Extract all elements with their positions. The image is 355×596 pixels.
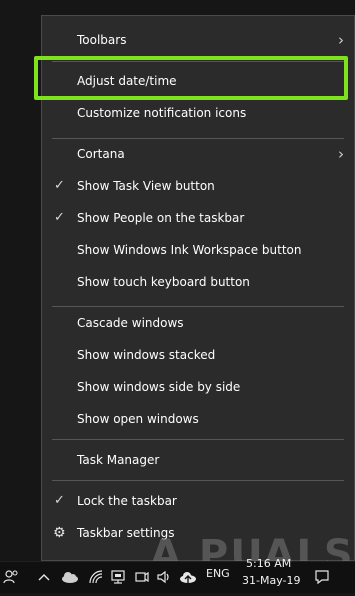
menu-item-show-windows-stacked[interactable]: Show windows stacked <box>42 339 354 371</box>
language-indicator[interactable]: ENG <box>206 567 230 580</box>
clock-time[interactable]: 5:16 AM <box>246 557 291 570</box>
menu-item-label: Task Manager <box>77 453 160 467</box>
menu-item-show-windows-ink[interactable]: Show Windows Ink Workspace button <box>42 234 354 266</box>
menu-item-label: Lock the taskbar <box>77 494 177 508</box>
menu-item-task-manager[interactable]: Task Manager <box>42 444 354 476</box>
menu-item-label: Show touch keyboard button <box>77 275 250 289</box>
clock-date[interactable]: 31-May-19 <box>242 574 300 587</box>
menu-item-label: Show People on the taskbar <box>77 211 245 225</box>
menu-item-label: Toolbars <box>77 33 127 47</box>
chevron-right-icon: › <box>338 31 344 49</box>
menu-separator <box>52 61 344 62</box>
chevron-right-icon: › <box>338 145 344 163</box>
menu-item-customize-notification-icons[interactable]: Customize notification icons <box>42 97 354 129</box>
menu-item-label: Show open windows <box>77 412 199 426</box>
taskbar: ENG 5:16 AM 31-May-19 <box>0 557 355 596</box>
menu-item-lock-the-taskbar[interactable]: ✓ Lock the taskbar <box>42 485 354 517</box>
menu-item-taskbar-settings[interactable]: ⚙ Taskbar settings <box>42 517 354 549</box>
menu-item-show-touch-keyboard[interactable]: Show touch keyboard button <box>42 266 354 298</box>
menu-item-label: Show windows stacked <box>77 348 216 362</box>
gear-icon: ⚙ <box>53 525 66 541</box>
menu-item-label: Taskbar settings <box>77 526 175 540</box>
menu-separator <box>52 439 344 440</box>
menu-item-label: Customize notification icons <box>77 106 247 120</box>
checkmark-icon: ✓ <box>54 178 65 193</box>
checkmark-icon: ✓ <box>54 210 65 225</box>
people-icon[interactable] <box>3 562 19 596</box>
cloud-upload-icon[interactable] <box>178 562 198 596</box>
menu-separator <box>52 480 344 481</box>
chevron-up-icon[interactable] <box>37 562 51 593</box>
menu-item-cascade-windows[interactable]: Cascade windows <box>42 307 354 339</box>
menu-item-show-task-view-button[interactable]: ✓ Show Task View button <box>42 170 354 202</box>
volume-icon[interactable] <box>156 562 172 596</box>
sync-cloud-icon[interactable] <box>60 562 80 596</box>
menu-item-toolbars[interactable]: Toolbars › <box>42 24 354 56</box>
menu-item-show-people[interactable]: ✓ Show People on the taskbar <box>42 202 354 234</box>
menu-item-label: Adjust date/time <box>77 74 177 88</box>
network-icon[interactable] <box>110 562 126 596</box>
menu-item-label: Show Task View button <box>77 179 215 193</box>
menu-item-label: Cortana <box>77 147 125 161</box>
menu-item-show-open-windows[interactable]: Show open windows <box>42 403 354 435</box>
checkmark-icon: ✓ <box>54 493 65 508</box>
menu-item-label: Show windows side by side <box>77 380 241 394</box>
wifi-icon[interactable] <box>88 562 104 596</box>
menu-item-label: Show Windows Ink Workspace button <box>77 243 302 257</box>
battery-icon[interactable] <box>134 562 150 596</box>
taskbar-context-menu: Toolbars › Adjust date/time Customize no… <box>34 15 355 561</box>
menu-item-cortana[interactable]: Cortana › <box>42 138 354 170</box>
action-center-icon[interactable] <box>314 562 330 596</box>
menu-item-adjust-date-time[interactable]: Adjust date/time <box>42 65 354 97</box>
menu-item-label: Cascade windows <box>77 316 184 330</box>
menu-item-show-windows-side-by-side[interactable]: Show windows side by side <box>42 371 354 403</box>
